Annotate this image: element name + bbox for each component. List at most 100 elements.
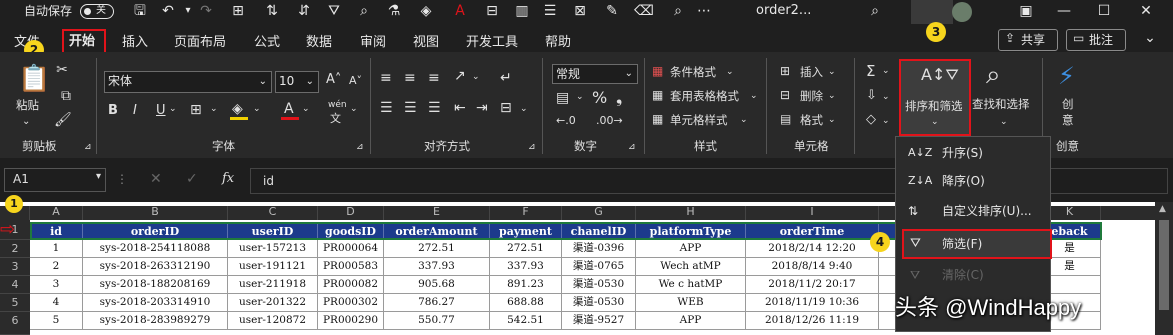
- table-cell[interactable]: 渠道-0530: [562, 294, 636, 312]
- format-painter-icon[interactable]: 🖌: [54, 112, 72, 128]
- minimize-icon[interactable]: —: [1054, 0, 1074, 22]
- fill-color-icon[interactable]: ◈: [232, 101, 243, 117]
- chevron-down-icon[interactable]: ⌄: [882, 92, 890, 102]
- font-size-select[interactable]: 10 ⌄: [275, 71, 319, 93]
- chevron-down-icon[interactable]: ⌄: [576, 92, 584, 102]
- comma-style-icon[interactable]: ❟: [616, 88, 622, 108]
- scrollbar-thumb[interactable]: [1159, 220, 1169, 310]
- chevron-down-icon[interactable]: ⌄: [302, 104, 310, 114]
- chevron-down-icon[interactable]: ⌄: [726, 63, 734, 81]
- undo-icon[interactable]: ↶: [158, 0, 178, 22]
- table-cell[interactable]: 786.27: [384, 294, 490, 312]
- align-bottom-icon[interactable]: ≡: [428, 70, 440, 86]
- chevron-down-icon[interactable]: ⌄: [472, 72, 480, 82]
- table-cell[interactable]: APP: [636, 240, 746, 258]
- col-header-i[interactable]: I: [746, 206, 879, 220]
- row-header[interactable]: 2: [0, 240, 30, 258]
- header-cell[interactable]: payment: [490, 224, 562, 240]
- row-header[interactable]: 5: [0, 294, 30, 312]
- clear-format-icon[interactable]: ◇: [866, 112, 876, 127]
- table-cell[interactable]: 272.51: [490, 240, 562, 258]
- percent-icon[interactable]: %: [592, 88, 607, 107]
- font-name-select[interactable]: 宋体 ⌄: [104, 71, 272, 93]
- table-cell[interactable]: APP: [636, 312, 746, 330]
- header-cell[interactable]: userID: [228, 224, 318, 240]
- chart-icon[interactable]: ▥: [512, 0, 532, 22]
- table-cell[interactable]: PR000583: [318, 258, 384, 276]
- header-cell[interactable]: orderAmount: [384, 224, 490, 240]
- chevron-down-icon[interactable]: ⌄: [253, 104, 261, 114]
- menu-item-sort-asc[interactable]: A↓Z 升序(S): [904, 143, 1044, 165]
- borders-icon[interactable]: ⊞: [228, 0, 248, 22]
- header-cell[interactable]: orderTime: [746, 224, 879, 240]
- table-cell[interactable]: 渠道-0396: [562, 240, 636, 258]
- increase-font-icon[interactable]: A˄: [326, 72, 341, 87]
- table-cell[interactable]: sys-2018-263312190: [83, 258, 228, 276]
- col-header-h[interactable]: H: [636, 206, 746, 220]
- row-header[interactable]: 3: [0, 258, 30, 276]
- autosum-icon[interactable]: Σ: [866, 62, 875, 80]
- avatar[interactable]: [952, 2, 972, 22]
- bold-button[interactable]: B: [108, 103, 118, 118]
- paste-dropdown-icon[interactable]: ⌄: [22, 113, 30, 131]
- table-cell[interactable]: 2018/11/19 10:36: [746, 294, 879, 312]
- row-header[interactable]: 6: [0, 312, 30, 335]
- chevron-down-icon[interactable]: ⌄: [750, 87, 758, 105]
- header-cell[interactable]: id: [30, 224, 83, 240]
- table-cell[interactable]: 688.88: [490, 294, 562, 312]
- table-cell[interactable]: 渠道-0530: [562, 276, 636, 294]
- align-left-icon[interactable]: ☰: [380, 100, 393, 116]
- table-cell[interactable]: 337.93: [384, 258, 490, 276]
- row-header[interactable]: 4: [0, 276, 30, 294]
- conditional-format-button[interactable]: 条件格式: [670, 63, 716, 81]
- table-cell[interactable]: 550.77: [384, 312, 490, 330]
- chevron-down-icon[interactable]: ⌄: [210, 104, 218, 114]
- col-header-g[interactable]: G: [562, 206, 636, 220]
- table-cell[interactable]: 2018/12/26 11:19: [746, 312, 879, 330]
- filter-quick-icon[interactable]: ⛛: [324, 0, 344, 22]
- ribbon-collapse-icon[interactable]: ⌄: [1140, 27, 1160, 49]
- align-top-icon[interactable]: ≡: [380, 70, 392, 86]
- increase-decimal-icon[interactable]: ←.0: [556, 114, 576, 127]
- sort-filter-button[interactable]: A↕⛛ 排序和筛选 ⌄: [899, 59, 971, 136]
- autosave-toggle[interactable]: 关: [80, 4, 114, 19]
- cancel-entry-icon[interactable]: ✕: [150, 171, 162, 187]
- paste-label[interactable]: 粘贴: [16, 96, 39, 114]
- chevron-down-icon[interactable]: ⌄: [882, 66, 890, 76]
- table-cell[interactable]: 542.51: [490, 312, 562, 330]
- table-cell[interactable]: 272.51: [384, 240, 490, 258]
- col-header-f[interactable]: F: [490, 206, 562, 220]
- italic-button[interactable]: I: [133, 103, 137, 118]
- save-icon[interactable]: 🖫: [130, 0, 150, 22]
- insert-cells-button[interactable]: 插入: [800, 63, 823, 81]
- menu-item-custom-sort[interactable]: ⇅ 自定义排序(U)...: [904, 201, 1044, 223]
- decrease-decimal-icon[interactable]: .00→: [596, 114, 623, 127]
- paint-bucket-icon[interactable]: ⚗: [384, 0, 404, 22]
- table-cell[interactable]: PR000302: [318, 294, 384, 312]
- table-cell[interactable]: We c hatMP: [636, 276, 746, 294]
- chevron-down-icon[interactable]: ⌄: [520, 104, 528, 114]
- vertical-scrollbar[interactable]: ▲: [1155, 202, 1173, 335]
- col-header-b[interactable]: B: [83, 206, 228, 220]
- chevron-down-icon[interactable]: ⌄: [1000, 113, 1008, 131]
- scroll-up-icon[interactable]: ▲: [1159, 204, 1166, 214]
- menu-item-filter[interactable]: ⛛ 筛选(F): [902, 229, 1052, 259]
- cell-styles-button[interactable]: 单元格样式: [670, 111, 728, 129]
- table-cell[interactable]: user-120872: [228, 312, 318, 330]
- merge-center-icon[interactable]: ⊟: [500, 100, 512, 116]
- list-icon[interactable]: ☰: [540, 0, 560, 22]
- title-search-icon[interactable]: ⌕: [865, 0, 885, 22]
- clear-icon[interactable]: ⌫: [634, 0, 654, 22]
- delete-cells-button[interactable]: 删除: [800, 87, 823, 105]
- table-cell[interactable]: user-211918: [228, 276, 318, 294]
- tab-developer[interactable]: 开发工具: [466, 32, 518, 54]
- clipboard-launcher-icon[interactable]: ⊿: [84, 138, 92, 156]
- col-header-c[interactable]: C: [228, 206, 318, 220]
- table-cell[interactable]: 2: [30, 258, 83, 276]
- font-launcher-icon[interactable]: ⊿: [356, 138, 364, 156]
- merge-icon[interactable]: ⊟: [482, 0, 502, 22]
- tab-data[interactable]: 数据: [306, 32, 332, 54]
- table-cell[interactable]: 2018/8/14 9:40: [746, 258, 879, 276]
- account-area[interactable]: [911, 0, 953, 24]
- chevron-down-icon[interactable]: ⌄: [828, 63, 836, 81]
